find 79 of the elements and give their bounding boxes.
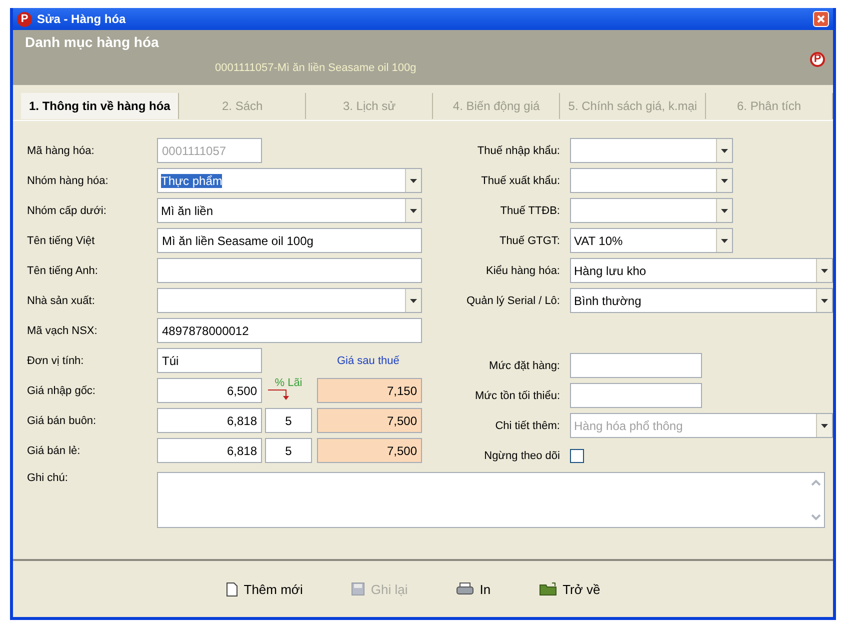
after-tax-price-field[interactable]: 7,150 bbox=[317, 378, 422, 403]
field-label: Thuế TTĐB: bbox=[499, 204, 561, 216]
dropdown-field[interactable]: Thực phẩm bbox=[157, 168, 422, 193]
app-logo-icon: P bbox=[17, 12, 32, 26]
field-value: Mì ăn liền bbox=[161, 204, 214, 218]
field-label: Mã hàng hóa: bbox=[27, 144, 96, 156]
input-field[interactable] bbox=[157, 258, 422, 283]
field-label: Ghi chú: bbox=[27, 472, 69, 486]
field-label: Giá nhập gốc: bbox=[27, 384, 96, 396]
document-icon bbox=[226, 582, 238, 596]
field-label: Tên tiếng Anh: bbox=[27, 264, 99, 276]
dropdown-field[interactable]: Mì ăn liền bbox=[157, 198, 422, 223]
field-label: Thuế nhập khẩu: bbox=[476, 144, 561, 156]
field-label: Nhóm hàng hóa: bbox=[27, 174, 110, 186]
column-caption: Giá sau thuế bbox=[337, 354, 400, 366]
dropdown-arrow-icon bbox=[410, 298, 417, 302]
notes-textarea[interactable] bbox=[157, 472, 825, 528]
dropdown-arrow-icon bbox=[821, 424, 828, 428]
dropdown-field[interactable] bbox=[570, 168, 733, 193]
input-field[interactable] bbox=[570, 383, 702, 408]
field-label: Quản lý Serial / Lô: bbox=[465, 294, 561, 306]
close-button[interactable] bbox=[813, 11, 829, 27]
dropdown-field[interactable] bbox=[570, 198, 733, 223]
dropdown-field[interactable] bbox=[157, 288, 422, 313]
dropdown-arrow-icon bbox=[821, 268, 828, 272]
dropdown-field[interactable] bbox=[570, 138, 733, 163]
input-field[interactable]: 5 bbox=[265, 408, 312, 433]
dropdown-field[interactable]: Bình thường bbox=[570, 288, 833, 313]
dropdown-arrow-icon bbox=[821, 298, 828, 302]
field-label: Tên tiếng Việt bbox=[27, 234, 96, 246]
field-label: Ngừng theo dõi bbox=[483, 450, 561, 462]
toolbar-button[interactable]: Thêm mới bbox=[222, 580, 307, 598]
dropdown-arrow-icon bbox=[721, 148, 728, 152]
item-subtitle: 0001111057-Mì ăn liền Seasame oil 100g bbox=[215, 62, 418, 74]
input-field[interactable]: 5 bbox=[265, 438, 312, 463]
input-field[interactable]: Túi bbox=[157, 348, 262, 373]
toolbar-button[interactable]: In bbox=[452, 580, 495, 598]
input-field[interactable]: 6,818 bbox=[157, 438, 262, 463]
field-label: Mã vạch NSX: bbox=[27, 324, 98, 336]
input-field[interactable]: 6,500 bbox=[157, 378, 262, 403]
field-value: Thực phẩm bbox=[161, 174, 222, 188]
input-field[interactable] bbox=[570, 353, 702, 378]
dropdown-arrow-icon bbox=[410, 178, 417, 182]
window-title: Sửa - Hàng hóa bbox=[37, 12, 127, 26]
field-label: Đơn vị tính: bbox=[27, 354, 85, 366]
input-field[interactable]: Mì ăn liền Seasame oil 100g bbox=[157, 228, 422, 253]
field-label: Thuế xuất khẩu: bbox=[480, 174, 561, 186]
after-tax-price-field[interactable]: 7,500 bbox=[317, 408, 422, 433]
field-label: Chi tiết thêm: bbox=[494, 420, 561, 432]
printer-icon bbox=[456, 582, 474, 596]
dropdown-arrow-icon bbox=[721, 178, 728, 182]
tab[interactable]: 1. Thông tin về hàng hóa bbox=[21, 92, 180, 118]
field-label: Nhà sản xuất: bbox=[27, 294, 96, 306]
dropdown-field[interactable]: VAT 10% bbox=[570, 228, 733, 253]
checkbox[interactable] bbox=[570, 448, 584, 462]
dropdown-arrow-icon bbox=[410, 208, 417, 212]
toolbar-button[interactable]: Trở về bbox=[534, 580, 604, 598]
field-value: Hàng lưu kho bbox=[574, 264, 646, 278]
dropdown-field[interactable]: Hàng lưu kho bbox=[570, 258, 833, 283]
input-field[interactable]: 6,818 bbox=[157, 408, 262, 433]
field-value: Hàng hóa phổ thông bbox=[574, 418, 683, 432]
close-icon bbox=[817, 15, 825, 23]
field-label: Giá bán buôn: bbox=[27, 414, 98, 426]
field-label: Giá bán lẻ: bbox=[27, 444, 82, 456]
field-label: Kiểu hàng hóa: bbox=[484, 264, 561, 276]
folder-icon bbox=[538, 582, 557, 596]
header-title: Danh mục hàng hóa bbox=[25, 34, 160, 50]
column-caption: % Lãi bbox=[274, 377, 302, 389]
field-label: Mức đặt hàng: bbox=[488, 360, 561, 372]
field-value: VAT 10% bbox=[574, 234, 623, 248]
dropdown-arrow-icon bbox=[721, 238, 728, 242]
field-value: Bình thường bbox=[574, 294, 642, 308]
field-label: Nhóm cấp dưới: bbox=[27, 204, 108, 216]
dropdown-arrow-icon bbox=[721, 208, 728, 212]
after-tax-price-field[interactable]: 7,500 bbox=[317, 438, 422, 463]
field-label: Mức tồn tối thiểu: bbox=[474, 390, 561, 402]
field-label: Thuế GTGT: bbox=[498, 234, 561, 246]
input-field[interactable]: 4897878000012 bbox=[157, 318, 422, 343]
logo-icon: P bbox=[810, 52, 825, 67]
